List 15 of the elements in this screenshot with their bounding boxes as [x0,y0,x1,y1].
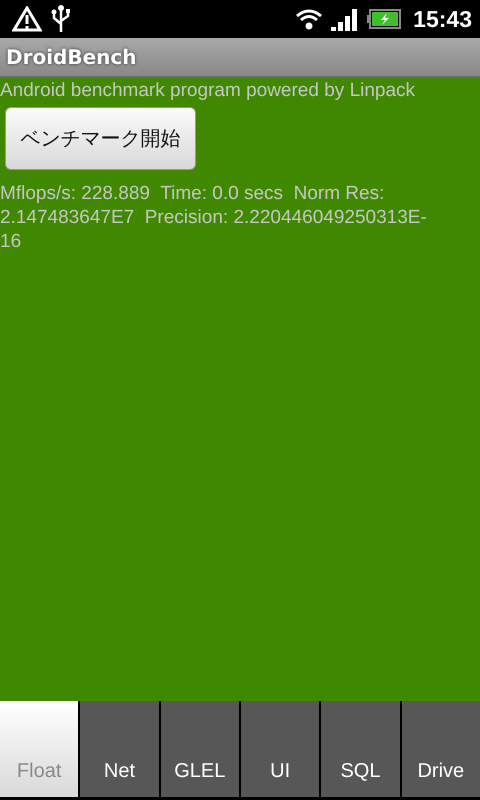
signal-icon [331,7,360,31]
battery-icon [367,9,402,29]
warning-icon [12,6,42,32]
tab[interactable]: GLEL [160,701,239,797]
tab[interactable]: UI [240,701,320,797]
window-title: DroidBench [6,45,137,69]
clock: 15:43 [413,6,472,32]
description-text: Android benchmark program powered by Linpack [0,79,416,102]
start-benchmark-button[interactable]: ベンチマーク開始 [5,107,196,170]
wifi-icon [295,8,324,30]
tab[interactable]: Net [80,701,159,797]
tab[interactable]: SQL [321,701,400,797]
tab[interactable]: Drive [402,701,480,797]
usb-icon [50,4,72,34]
result-text: Mflops/s: 228.889 Time: 0.0 secs Norm Res: 2.147483647E7 Precision: 2.220446049250313E-16 [0,182,428,254]
